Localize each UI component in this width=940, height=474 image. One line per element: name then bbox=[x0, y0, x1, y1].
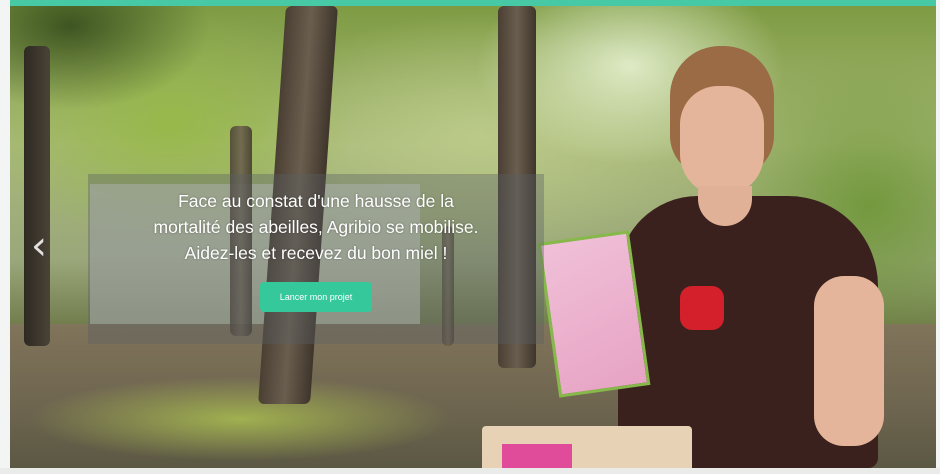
hero-photo-woman bbox=[618, 46, 888, 468]
page-frame: ‹ Face au constat d'une hausse de la mort… bbox=[0, 0, 940, 474]
headline-line-3: Aidez-les et recevez du bon miel ! bbox=[184, 243, 448, 263]
start-project-button[interactable]: Lancer mon projet bbox=[260, 282, 372, 312]
hero-slide: ‹ Face au constat d'une hausse de la mort… bbox=[10, 6, 936, 468]
hero-headline: Face au constat d'une hausse de la mortal… bbox=[98, 188, 534, 266]
bag-label bbox=[502, 444, 572, 468]
headline-line-2: mortalité des abeilles, Agribio se mobil… bbox=[153, 217, 479, 237]
bottom-strip bbox=[0, 468, 940, 474]
hero-text-overlay: Face au constat d'une hausse de la mortal… bbox=[88, 174, 544, 344]
woman-arm bbox=[814, 276, 884, 446]
woman-face bbox=[680, 86, 764, 196]
hero-photo-tree-trunk bbox=[24, 46, 50, 346]
carousel-prev-button[interactable]: ‹ bbox=[24, 216, 54, 276]
hero-photo-paper-bag bbox=[482, 426, 692, 468]
chevron-left-icon: ‹ bbox=[31, 223, 47, 269]
hero-photo-honey-jar bbox=[680, 286, 724, 330]
headline-line-1: Face au constat d'une hausse de la bbox=[178, 191, 454, 211]
